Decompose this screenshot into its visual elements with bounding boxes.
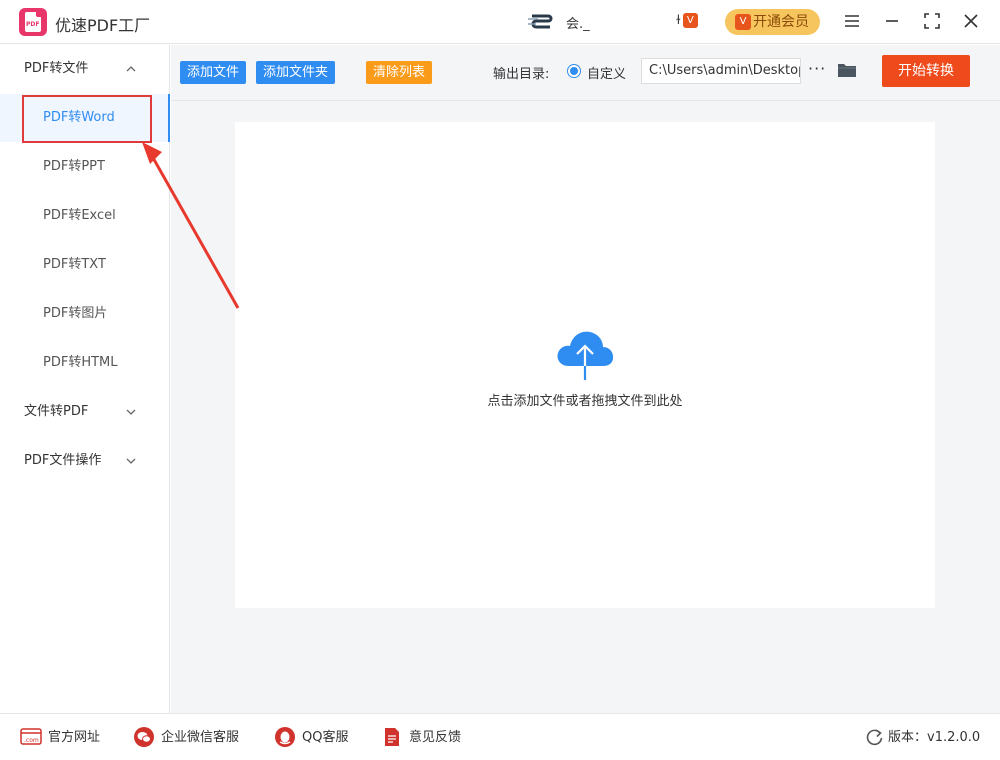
official-website-link[interactable]: .com 官方网址 (20, 714, 100, 760)
dropzone-hint: 点击添加文件或者拖拽文件到此处 (487, 394, 683, 409)
qq-icon (275, 727, 295, 747)
sidebar-item-pdf-to-excel[interactable]: PDF转Excel (0, 192, 170, 240)
sidebar-group-pdf-operations[interactable]: PDF文件操作 (0, 437, 168, 485)
custom-dir-radio[interactable] (567, 64, 581, 78)
qq-support-link[interactable]: QQ客服 (274, 714, 348, 760)
output-path-input[interactable]: C:\Users\admin\Desktop (641, 58, 801, 84)
vip-status[interactable]: ɫV (676, 13, 698, 28)
custom-dir-label[interactable]: 自定义 (587, 63, 626, 82)
user-logo-icon[interactable] (528, 10, 556, 34)
sidebar-item-pdf-to-image[interactable]: PDF转图片 (0, 290, 170, 338)
status-bar: .com 官方网址 企业微信客服 QQ客服 意见反馈 版本：v1.2.0.0 (0, 713, 1000, 760)
feedback-link[interactable]: 意见反馈 (383, 714, 461, 760)
hamburger-icon[interactable] (841, 10, 863, 32)
website-icon: .com (20, 728, 42, 745)
vip-k-icon: V (682, 13, 698, 28)
refresh-icon (866, 729, 883, 746)
user-name[interactable]: 会._ (566, 13, 590, 32)
app-logo-icon: PDF (19, 8, 47, 36)
svg-text:.com: .com (24, 737, 39, 744)
wechat-icon (134, 727, 154, 747)
chevron-up-icon (126, 45, 136, 93)
sidebar-item-pdf-to-txt[interactable]: PDF转TXT (0, 241, 170, 289)
start-convert-button[interactable]: 开始转换 (882, 55, 970, 87)
vip-k-icon: V (735, 14, 751, 30)
toolbar: 添加文件 添加文件夹 清除列表 输出目录: 自定义 C:\Users\admin… (171, 45, 1000, 101)
chevron-down-icon (126, 437, 136, 485)
chevron-down-icon (126, 388, 136, 436)
sidebar: PDF转文件 PDF转Word PDF转PPT PDF转Excel PDF转TX… (0, 45, 170, 713)
sidebar-group-pdf-to-file[interactable]: PDF转文件 (0, 45, 168, 93)
more-options-button[interactable]: ··· (808, 59, 826, 78)
open-vip-button[interactable]: V 开通会员 (725, 9, 820, 35)
sidebar-group-file-to-pdf[interactable]: 文件转PDF (0, 388, 168, 436)
close-icon[interactable] (960, 10, 982, 32)
add-file-button[interactable]: 添加文件 (180, 61, 247, 84)
sidebar-item-pdf-to-word[interactable]: PDF转Word (0, 94, 170, 142)
minimize-icon[interactable] (881, 10, 903, 32)
add-folder-button[interactable]: 添加文件夹 (256, 61, 336, 84)
sidebar-item-pdf-to-ppt[interactable]: PDF转PPT (0, 143, 170, 191)
version-info[interactable]: 版本：v1.2.0.0 (866, 714, 980, 760)
clear-list-button[interactable]: 清除列表 (366, 61, 433, 84)
folder-icon[interactable] (837, 62, 857, 78)
feedback-icon (385, 728, 399, 746)
file-dropzone[interactable]: 点击添加文件或者拖拽文件到此处 (235, 122, 935, 608)
maximize-icon[interactable] (921, 10, 943, 32)
content-area: 点击添加文件或者拖拽文件到此处 (171, 101, 1000, 713)
wechat-support-link[interactable]: 企业微信客服 (133, 714, 239, 760)
sidebar-item-pdf-to-html[interactable]: PDF转HTML (0, 339, 170, 387)
cloud-upload-icon (557, 331, 614, 380)
output-dir-label: 输出目录: (493, 67, 550, 82)
title-bar: PDF 优速PDF工厂 会._ ɫV V 开通会员 (0, 0, 1000, 44)
app-title: 优速PDF工厂 (55, 16, 151, 35)
